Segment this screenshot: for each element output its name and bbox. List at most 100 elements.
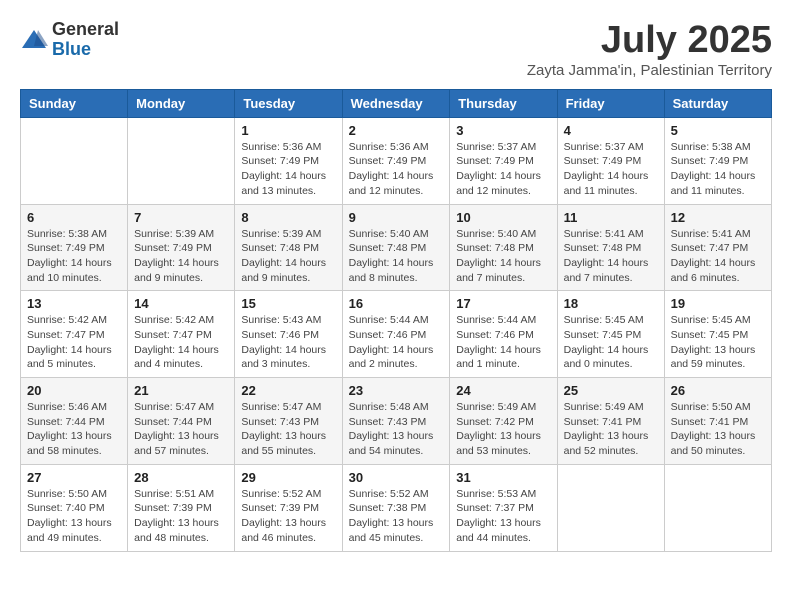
day-number: 26 [671, 383, 765, 398]
calendar-cell: 5 Sunrise: 5:38 AM Sunset: 7:49 PM Daylig… [664, 117, 771, 204]
calendar-cell: 21 Sunrise: 5:47 AM Sunset: 7:44 PM Dayli… [128, 378, 235, 465]
calendar-cell: 13 Sunrise: 5:42 AM Sunset: 7:47 PM Dayli… [21, 291, 128, 378]
day-number: 20 [27, 383, 121, 398]
day-number: 3 [456, 123, 550, 138]
day-number: 18 [564, 296, 658, 311]
day-info: Sunrise: 5:47 AM Sunset: 7:43 PM Dayligh… [241, 400, 335, 459]
calendar-cell [664, 464, 771, 551]
day-number: 6 [27, 210, 121, 225]
day-number: 21 [134, 383, 228, 398]
calendar-cell: 30 Sunrise: 5:52 AM Sunset: 7:38 PM Dayli… [342, 464, 450, 551]
day-number: 31 [456, 470, 550, 485]
day-header-saturday: Saturday [664, 89, 771, 117]
day-number: 9 [349, 210, 444, 225]
day-number: 12 [671, 210, 765, 225]
day-info: Sunrise: 5:42 AM Sunset: 7:47 PM Dayligh… [134, 313, 228, 372]
day-header-wednesday: Wednesday [342, 89, 450, 117]
calendar-cell: 23 Sunrise: 5:48 AM Sunset: 7:43 PM Dayli… [342, 378, 450, 465]
logo: General Blue [20, 20, 119, 60]
day-info: Sunrise: 5:38 AM Sunset: 7:49 PM Dayligh… [27, 227, 121, 286]
day-header-tuesday: Tuesday [235, 89, 342, 117]
calendar-header-row: SundayMondayTuesdayWednesdayThursdayFrid… [21, 89, 772, 117]
day-number: 24 [456, 383, 550, 398]
day-number: 2 [349, 123, 444, 138]
calendar-week-3: 13 Sunrise: 5:42 AM Sunset: 7:47 PM Dayli… [21, 291, 772, 378]
day-number: 13 [27, 296, 121, 311]
calendar-cell: 9 Sunrise: 5:40 AM Sunset: 7:48 PM Daylig… [342, 204, 450, 291]
day-info: Sunrise: 5:46 AM Sunset: 7:44 PM Dayligh… [27, 400, 121, 459]
calendar-week-2: 6 Sunrise: 5:38 AM Sunset: 7:49 PM Daylig… [21, 204, 772, 291]
day-info: Sunrise: 5:41 AM Sunset: 7:47 PM Dayligh… [671, 227, 765, 286]
calendar-cell: 16 Sunrise: 5:44 AM Sunset: 7:46 PM Dayli… [342, 291, 450, 378]
calendar-cell: 18 Sunrise: 5:45 AM Sunset: 7:45 PM Dayli… [557, 291, 664, 378]
day-number: 17 [456, 296, 550, 311]
day-number: 7 [134, 210, 228, 225]
calendar-cell: 29Sunrise: 5:52 AM Sunset: 7:39 PM Dayli… [235, 464, 342, 551]
calendar-cell: 7 Sunrise: 5:39 AM Sunset: 7:49 PM Daylig… [128, 204, 235, 291]
day-info: Sunrise: 5:40 AM Sunset: 7:48 PM Dayligh… [456, 227, 550, 286]
day-info: Sunrise: 5:47 AM Sunset: 7:44 PM Dayligh… [134, 400, 228, 459]
day-number: 30 [349, 470, 444, 485]
day-info: Sunrise: 5:38 AM Sunset: 7:49 PM Dayligh… [671, 140, 765, 199]
day-number: 8 [241, 210, 335, 225]
day-info: Sunrise: 5:37 AM Sunset: 7:49 PM Dayligh… [564, 140, 658, 199]
day-info: Sunrise: 5:45 AM Sunset: 7:45 PM Dayligh… [671, 313, 765, 372]
calendar-cell: 27Sunrise: 5:50 AM Sunset: 7:40 PM Dayli… [21, 464, 128, 551]
calendar-cell: 28Sunrise: 5:51 AM Sunset: 7:39 PM Dayli… [128, 464, 235, 551]
day-info: Sunrise: 5:45 AM Sunset: 7:45 PM Dayligh… [564, 313, 658, 372]
day-number: 25 [564, 383, 658, 398]
logo-text: General Blue [52, 20, 119, 60]
calendar-table: SundayMondayTuesdayWednesdayThursdayFrid… [20, 89, 772, 552]
day-info: Sunrise: 5:42 AM Sunset: 7:47 PM Dayligh… [27, 313, 121, 372]
page-header: General Blue July 2025 Zayta Jamma'in, P… [20, 20, 772, 79]
day-header-sunday: Sunday [21, 89, 128, 117]
calendar-cell: 4 Sunrise: 5:37 AM Sunset: 7:49 PM Daylig… [557, 117, 664, 204]
title-block: July 2025 Zayta Jamma'in, Palestinian Te… [527, 20, 772, 79]
day-number: 28 [134, 470, 228, 485]
day-number: 5 [671, 123, 765, 138]
day-info: Sunrise: 5:48 AM Sunset: 7:43 PM Dayligh… [349, 400, 444, 459]
calendar-cell: 1Sunrise: 5:36 AM Sunset: 7:49 PM Daylig… [235, 117, 342, 204]
calendar-cell: 20 Sunrise: 5:46 AM Sunset: 7:44 PM Dayli… [21, 378, 128, 465]
day-number: 10 [456, 210, 550, 225]
day-number: 23 [349, 383, 444, 398]
day-info: Sunrise: 5:36 AM Sunset: 7:49 PM Dayligh… [349, 140, 444, 199]
day-number: 19 [671, 296, 765, 311]
day-number: 27 [27, 470, 121, 485]
day-info: Sunrise: 5:39 AM Sunset: 7:49 PM Dayligh… [134, 227, 228, 286]
calendar-week-1: 1Sunrise: 5:36 AM Sunset: 7:49 PM Daylig… [21, 117, 772, 204]
day-info: Sunrise: 5:50 AM Sunset: 7:41 PM Dayligh… [671, 400, 765, 459]
calendar-week-4: 20 Sunrise: 5:46 AM Sunset: 7:44 PM Dayli… [21, 378, 772, 465]
calendar-cell: 25Sunrise: 5:49 AM Sunset: 7:41 PM Dayli… [557, 378, 664, 465]
calendar-cell: 26 Sunrise: 5:50 AM Sunset: 7:41 PM Dayli… [664, 378, 771, 465]
calendar-cell: 15Sunrise: 5:43 AM Sunset: 7:46 PM Dayli… [235, 291, 342, 378]
day-info: Sunrise: 5:52 AM Sunset: 7:38 PM Dayligh… [349, 487, 444, 546]
day-info: Sunrise: 5:37 AM Sunset: 7:49 PM Dayligh… [456, 140, 550, 199]
day-number: 4 [564, 123, 658, 138]
day-info: Sunrise: 5:44 AM Sunset: 7:46 PM Dayligh… [349, 313, 444, 372]
day-info: Sunrise: 5:40 AM Sunset: 7:48 PM Dayligh… [349, 227, 444, 286]
calendar-cell: 2 Sunrise: 5:36 AM Sunset: 7:49 PM Daylig… [342, 117, 450, 204]
calendar-cell: 10 Sunrise: 5:40 AM Sunset: 7:48 PM Dayli… [450, 204, 557, 291]
day-info: Sunrise: 5:52 AM Sunset: 7:39 PM Dayligh… [241, 487, 335, 546]
calendar-week-5: 27Sunrise: 5:50 AM Sunset: 7:40 PM Dayli… [21, 464, 772, 551]
calendar-cell: 31 Sunrise: 5:53 AM Sunset: 7:37 PM Dayli… [450, 464, 557, 551]
day-number: 14 [134, 296, 228, 311]
calendar-cell: 6 Sunrise: 5:38 AM Sunset: 7:49 PM Daylig… [21, 204, 128, 291]
calendar-cell: 8Sunrise: 5:39 AM Sunset: 7:48 PM Daylig… [235, 204, 342, 291]
day-info: Sunrise: 5:41 AM Sunset: 7:48 PM Dayligh… [564, 227, 658, 286]
calendar-cell: 12 Sunrise: 5:41 AM Sunset: 7:47 PM Dayli… [664, 204, 771, 291]
month-title: July 2025 [527, 20, 772, 62]
day-info: Sunrise: 5:53 AM Sunset: 7:37 PM Dayligh… [456, 487, 550, 546]
day-header-thursday: Thursday [450, 89, 557, 117]
day-header-friday: Friday [557, 89, 664, 117]
day-info: Sunrise: 5:43 AM Sunset: 7:46 PM Dayligh… [241, 313, 335, 372]
calendar-cell [128, 117, 235, 204]
day-info: Sunrise: 5:49 AM Sunset: 7:42 PM Dayligh… [456, 400, 550, 459]
calendar-cell: 11Sunrise: 5:41 AM Sunset: 7:48 PM Dayli… [557, 204, 664, 291]
calendar-cell: 17Sunrise: 5:44 AM Sunset: 7:46 PM Dayli… [450, 291, 557, 378]
day-number: 16 [349, 296, 444, 311]
calendar-cell: 14 Sunrise: 5:42 AM Sunset: 7:47 PM Dayli… [128, 291, 235, 378]
calendar-cell: 19 Sunrise: 5:45 AM Sunset: 7:45 PM Dayli… [664, 291, 771, 378]
calendar-cell: 22Sunrise: 5:47 AM Sunset: 7:43 PM Dayli… [235, 378, 342, 465]
